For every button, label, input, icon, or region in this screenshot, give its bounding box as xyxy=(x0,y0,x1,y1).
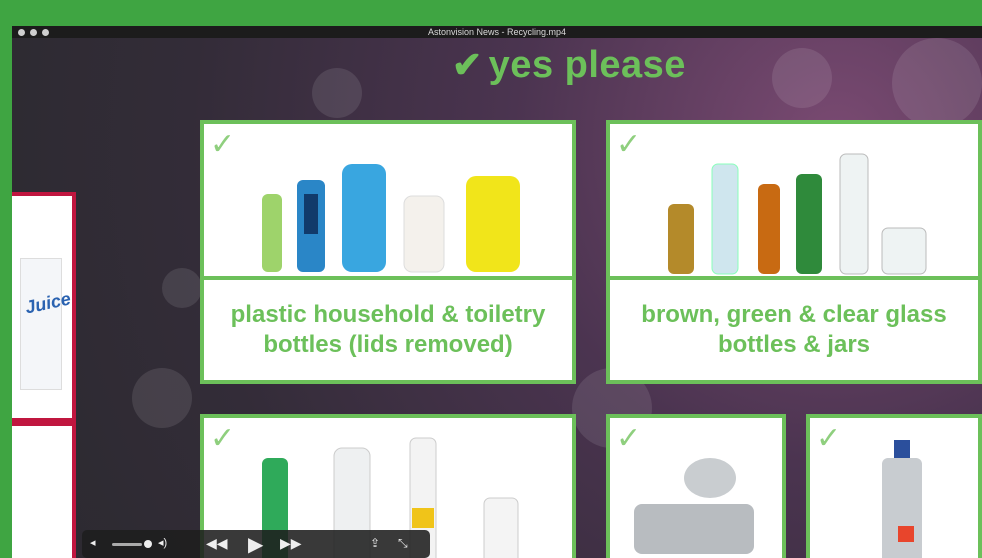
card-aerosol: ✓ xyxy=(806,414,982,558)
plastic-bottles-illustration xyxy=(262,164,520,273)
card-caption: plastic household & toiletry bottles (li… xyxy=(204,276,572,380)
left-lower-card xyxy=(12,422,76,558)
card-plastic-bottles: ✓ plastic household & toiletry bottles (… xyxy=(200,120,576,384)
share-icon[interactable]: ⇪ xyxy=(370,536,380,550)
title-bar[interactable]: Astonvision News - Recycling.mp4 xyxy=(12,26,982,38)
zoom-window-button[interactable] xyxy=(42,29,49,36)
tick-icon: ✓ xyxy=(210,128,236,161)
playback-controls: ◂ ◂) ◀◀ ▶ ▶▶ ⇪ ⤡ xyxy=(82,530,430,558)
tick-icon: ✓ xyxy=(210,422,236,455)
window-title: Astonvision News - Recycling.mp4 xyxy=(427,27,567,37)
speaker-high-icon[interactable]: ◂) xyxy=(158,536,167,549)
tick-icon: ✓ xyxy=(816,422,842,455)
bokeh-decoration xyxy=(312,68,362,118)
volume-slider-knob[interactable] xyxy=(144,540,152,548)
yes-please-heading: ✔ yes please xyxy=(452,44,686,86)
bokeh-decoration xyxy=(772,48,832,108)
volume-slider-track[interactable] xyxy=(112,543,142,546)
rewind-icon[interactable]: ◀◀ xyxy=(206,535,228,552)
card-glass-bottles: ✓ brown, green & clear glass bottles & j… xyxy=(606,120,982,384)
glass-bottles-illustration xyxy=(668,153,927,275)
glass-bottles-image xyxy=(610,124,978,284)
speaker-low-icon[interactable]: ◂ xyxy=(90,536,96,549)
window-controls xyxy=(18,29,49,36)
card-caption: brown, green & clear glass bottles & jar… xyxy=(610,276,978,380)
video-player-window: Astonvision News - Recycling.mp4 ✔ yes pl… xyxy=(12,26,982,558)
juice-carton-image: Juice xyxy=(20,258,73,390)
bokeh-decoration xyxy=(162,268,202,308)
bokeh-decoration xyxy=(132,368,192,428)
minimize-window-button[interactable] xyxy=(30,29,37,36)
bokeh-decoration xyxy=(892,38,982,128)
check-icon: ✔ xyxy=(452,44,483,85)
video-frame[interactable]: ✔ yes please Juice ✓ plastic household & … xyxy=(12,38,982,558)
tick-icon: ✓ xyxy=(616,128,642,161)
card-foil: ✓ xyxy=(606,414,786,558)
tick-icon: ✓ xyxy=(616,422,642,455)
play-icon[interactable]: ▶ xyxy=(248,532,263,557)
fast-forward-icon[interactable]: ▶▶ xyxy=(280,535,302,552)
plastic-bottles-image xyxy=(204,124,572,284)
fullscreen-icon[interactable]: ⤡ xyxy=(398,536,408,551)
juice-carton-card: Juice xyxy=(12,192,76,422)
close-window-button[interactable] xyxy=(18,29,25,36)
